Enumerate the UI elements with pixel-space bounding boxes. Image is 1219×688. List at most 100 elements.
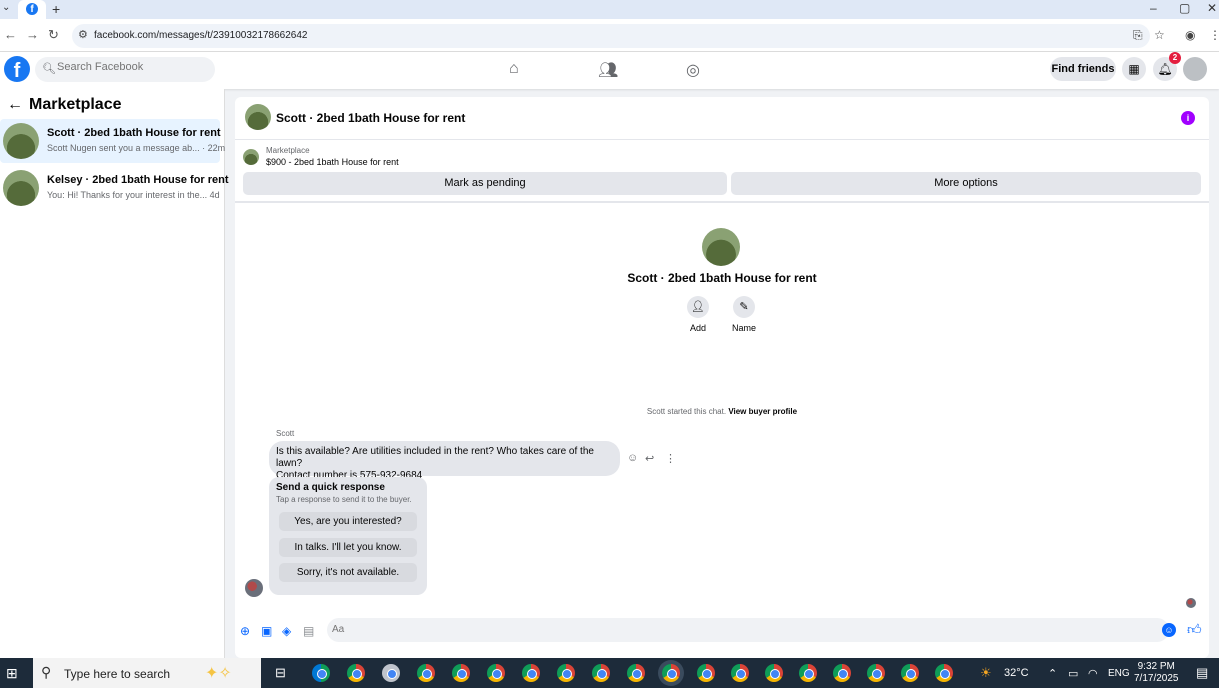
weather-icon[interactable]: ☀ [980,665,992,681]
search-input[interactable] [57,61,207,73]
quick-response-button[interactable]: Yes, are you interested? [279,512,417,531]
chat-profile-photo [702,228,740,266]
listing-thumbnail [3,123,39,159]
more-actions-icon[interactable]: ⋮ [665,452,676,465]
task-view-icon[interactable]: ⊟ [275,665,286,681]
notification-center-icon[interactable]: ▤ [1196,665,1208,681]
chrome-icon[interactable] [452,664,470,682]
chat-panel: Scott · 2bed 1bath House for rent i Mark… [235,97,1209,658]
chrome-icon[interactable] [557,664,575,682]
facebook-favicon-icon: f [26,3,38,15]
browser-tab[interactable]: f [18,0,46,19]
taskbar-search[interactable]: ⚲ Type here to search ✦✧ [33,658,261,688]
facebook-header: f 🔍︎ ⌂ 👥︎ ◎ Find friends ▦ 🔔︎ [0,52,1219,89]
site-settings-icon[interactable]: ⚙ [78,28,88,41]
chrome-icon[interactable] [765,664,783,682]
thumbs-up-icon[interactable]: 👍︎ [1187,621,1202,638]
menu-grid-icon[interactable]: ▦ [1122,57,1146,81]
view-buyer-profile-link[interactable]: View buyer profile [728,407,797,416]
maximize-icon[interactable]: ▢ [1179,1,1190,15]
message-input[interactable] [332,624,1132,635]
name-chat-button[interactable]: ✎ Name [732,296,756,333]
react-emoji-icon[interactable]: ☺ [627,452,638,464]
conversation-item[interactable]: Kelsey · 2bed 1bath House for rent You: … [0,166,229,210]
message-input-wrapper[interactable] [327,618,1169,642]
info-icon[interactable]: i [1181,111,1195,125]
chat-header: Scott · 2bed 1bath House for rent i [235,97,1209,140]
add-people-button[interactable]: 👤︎ Add [686,296,710,333]
photo-icon[interactable]: ▣ [261,624,272,638]
taskbar-search-placeholder: Type here to search [64,667,171,681]
listing-banner[interactable]: Marketplace $900 - 2bed 1bath House for … [235,141,1209,173]
listing-thumbnail [3,170,39,206]
chrome-icon[interactable] [522,664,540,682]
chrome-icon[interactable] [833,664,851,682]
reply-icon[interactable]: ↩ [645,452,654,465]
sender-avatar [245,579,263,597]
battery-icon[interactable]: ▭ [1068,667,1078,680]
sticker-icon[interactable]: ◈ [282,624,291,638]
add-label: Add [689,323,706,333]
url-field[interactable]: ⚙ facebook.com/messages/t/23910032178662… [72,24,1150,48]
facebook-logo-icon[interactable]: f [4,56,30,82]
message-line: Is this available? Are utilities include… [276,446,594,469]
clock[interactable]: 9:32 PM 7/17/2025 [1134,661,1179,685]
quick-response-button[interactable]: In talks. I'll let you know. [279,538,417,557]
conversation-preview: Scott Nugen sent you a message ab... · 2… [47,143,226,153]
new-tab-plus-icon[interactable]: + [52,1,60,17]
profile-icon[interactable]: ◉ [1185,28,1195,42]
chrome-icon[interactable] [627,664,645,682]
gif-icon[interactable]: ▤ [303,624,314,638]
home-icon[interactable]: ⌂ [509,60,519,78]
windows-start-icon[interactable]: ⊞ [6,665,18,682]
groups-icon[interactable]: ◎ [686,60,700,80]
tray-chevron-icon[interactable]: ⌃ [1048,667,1057,680]
tab-list-chevron-icon[interactable]: ⌄ [2,2,10,13]
account-avatar[interactable] [1183,57,1207,81]
wifi-icon[interactable]: ◠ [1088,667,1098,680]
facebook-search[interactable]: 🔍︎ [35,57,215,82]
chrome-icon[interactable] [867,664,885,682]
app-icon[interactable] [382,664,400,682]
bookmark-star-icon[interactable]: ☆ [1154,28,1165,42]
language-indicator[interactable]: ENG [1108,668,1130,679]
install-app-icon[interactable]: ⎘ [1133,28,1143,43]
plus-circle-icon[interactable]: ⊕ [240,624,250,638]
sidebar-header: ← Marketplace [7,96,122,114]
chrome-icon[interactable] [487,664,505,682]
reload-icon[interactable]: ↻ [48,27,59,43]
chrome-icon[interactable] [697,664,715,682]
friends-icon[interactable]: 👥︎ [598,60,618,80]
search-icon: ⚲ [41,664,52,680]
forward-arrow-icon[interactable]: → [26,27,39,42]
chrome-icon-active[interactable] [662,664,680,682]
chrome-icon[interactable] [935,664,953,682]
more-options-button[interactable]: More options [731,172,1201,195]
conversation-item[interactable]: Scott · 2bed 1bath House for rent Scott … [0,119,225,163]
sidebar-title: Marketplace [29,96,122,113]
message-bubble[interactable]: Is this available? Are utilities include… [269,441,620,481]
chat-center-title: Scott · 2bed 1bath House for rent [627,271,817,285]
chat-title[interactable]: Scott · 2bed 1bath House for rent [276,111,465,125]
chrome-icon[interactable] [417,664,435,682]
chrome-icon[interactable] [799,664,817,682]
browser-menu-icon[interactable]: ⋮ [1209,28,1219,42]
chrome-icon[interactable] [592,664,610,682]
weather-temp[interactable]: 32°C [1004,667,1029,679]
chrome-icon[interactable] [731,664,749,682]
back-arrow-icon[interactable]: ← [7,96,23,113]
minimize-icon[interactable]: – [1150,1,1157,15]
find-friends-button[interactable]: Find friends [1050,57,1116,81]
chat-thumbnail[interactable] [245,104,271,130]
mark-as-pending-button[interactable]: Mark as pending [243,172,727,195]
quick-response-button[interactable]: Sorry, it's not available. [279,563,417,582]
edge-browser-icon[interactable] [312,664,330,682]
emoji-icon[interactable]: ☺ [1162,623,1176,637]
url-text[interactable]: facebook.com/messages/t/2391003217866264… [94,30,308,41]
seen-avatar [1186,598,1196,608]
close-window-icon[interactable]: ✕ [1207,1,1217,15]
chrome-icon[interactable] [901,664,919,682]
back-arrow-icon[interactable]: ← [4,27,17,42]
chrome-icon[interactable] [347,664,365,682]
clock-date: 7/17/2025 [1134,673,1179,684]
